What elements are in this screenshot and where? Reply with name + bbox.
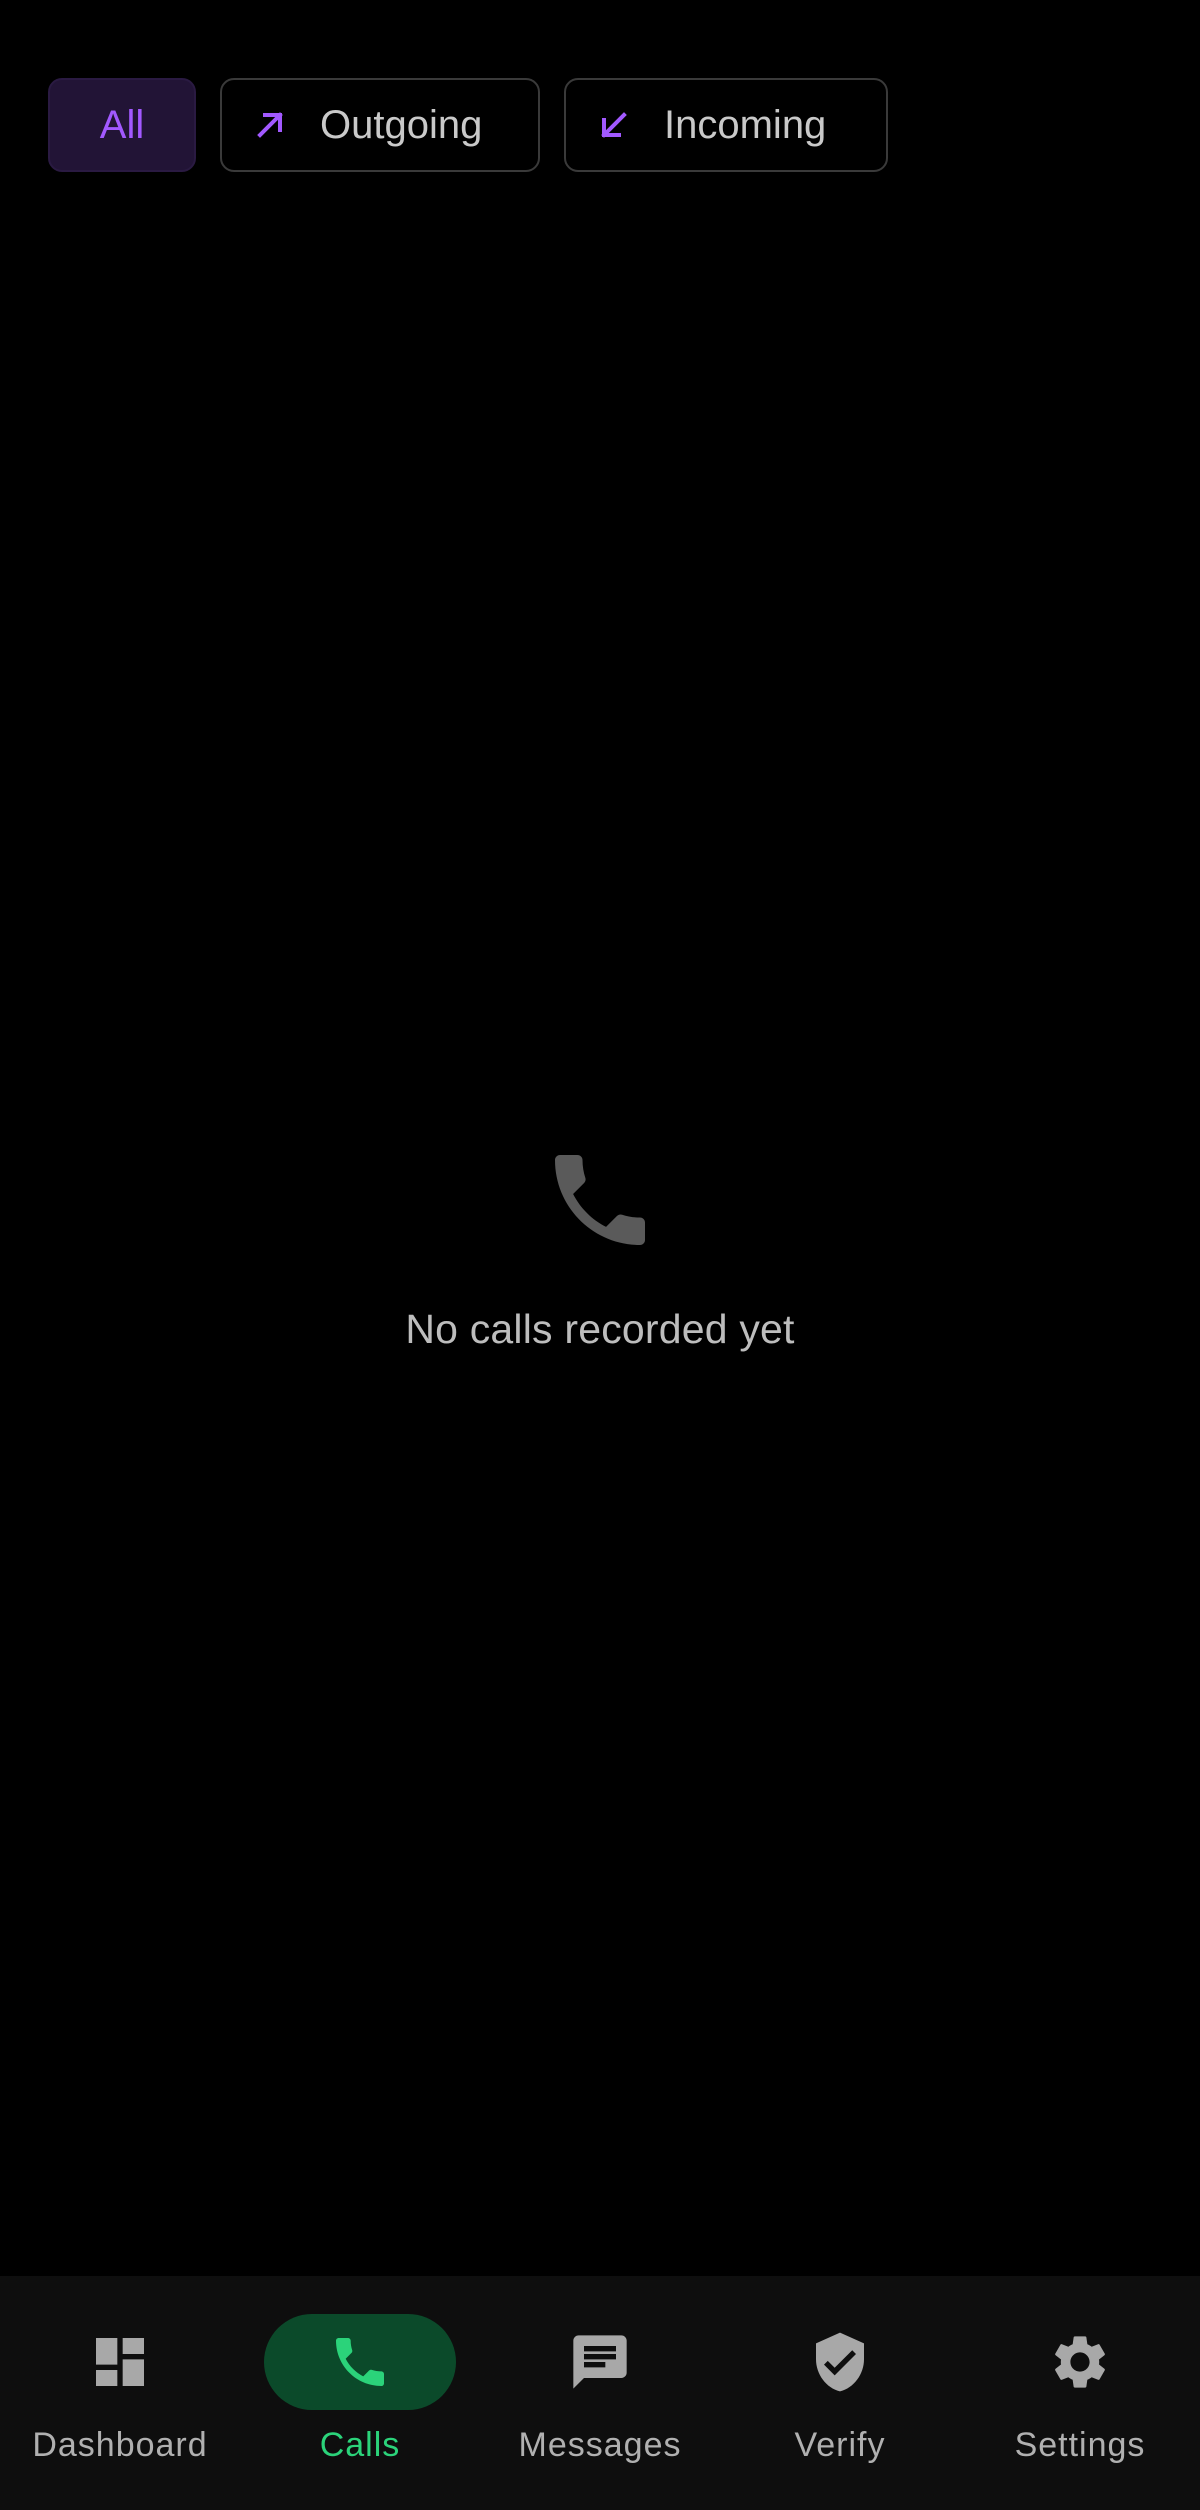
nav-indicator xyxy=(504,2314,696,2410)
phone-icon xyxy=(555,1155,645,1245)
nav-item-dashboard[interactable]: Dashboard xyxy=(0,2276,240,2510)
filter-chip-outgoing-label: Outgoing xyxy=(320,102,483,147)
nav-indicator-active xyxy=(264,2314,456,2410)
shield-check-icon xyxy=(816,2332,864,2392)
empty-state-message: No calls recorded yet xyxy=(405,1306,795,1352)
filter-chip-all[interactable]: All xyxy=(48,78,196,172)
nav-label-messages: Messages xyxy=(518,2426,682,2464)
nav-item-messages[interactable]: Messages xyxy=(480,2276,720,2510)
nav-item-calls[interactable]: Calls xyxy=(240,2276,480,2510)
phone-icon xyxy=(336,2338,384,2386)
filter-chip-incoming-label: Incoming xyxy=(664,102,827,147)
arrow-up-right-icon xyxy=(250,105,290,145)
arrow-down-left-icon xyxy=(594,105,634,145)
nav-indicator xyxy=(744,2314,936,2410)
nav-indicator xyxy=(984,2314,1176,2410)
empty-state: No calls recorded yet xyxy=(0,1140,1200,1353)
message-icon xyxy=(573,2335,627,2389)
nav-item-verify[interactable]: Verify xyxy=(720,2276,960,2510)
nav-item-settings[interactable]: Settings xyxy=(960,2276,1200,2510)
filter-chip-all-label: All xyxy=(99,102,145,147)
nav-indicator xyxy=(24,2314,216,2410)
filter-chip-outgoing[interactable]: Outgoing xyxy=(220,78,540,172)
nav-label-settings: Settings xyxy=(1014,2426,1146,2464)
call-filter-chips: All Outgoing Incoming xyxy=(48,78,888,172)
nav-label-calls: Calls xyxy=(319,2426,401,2464)
dashboard-icon xyxy=(96,2338,144,2386)
bottom-navigation: Dashboard Calls Messages Verify Settings xyxy=(0,2276,1200,2510)
gear-icon xyxy=(1055,2336,1105,2388)
nav-label-verify: Verify xyxy=(794,2426,886,2464)
nav-label-dashboard: Dashboard xyxy=(32,2426,208,2464)
filter-chip-incoming[interactable]: Incoming xyxy=(564,78,888,172)
